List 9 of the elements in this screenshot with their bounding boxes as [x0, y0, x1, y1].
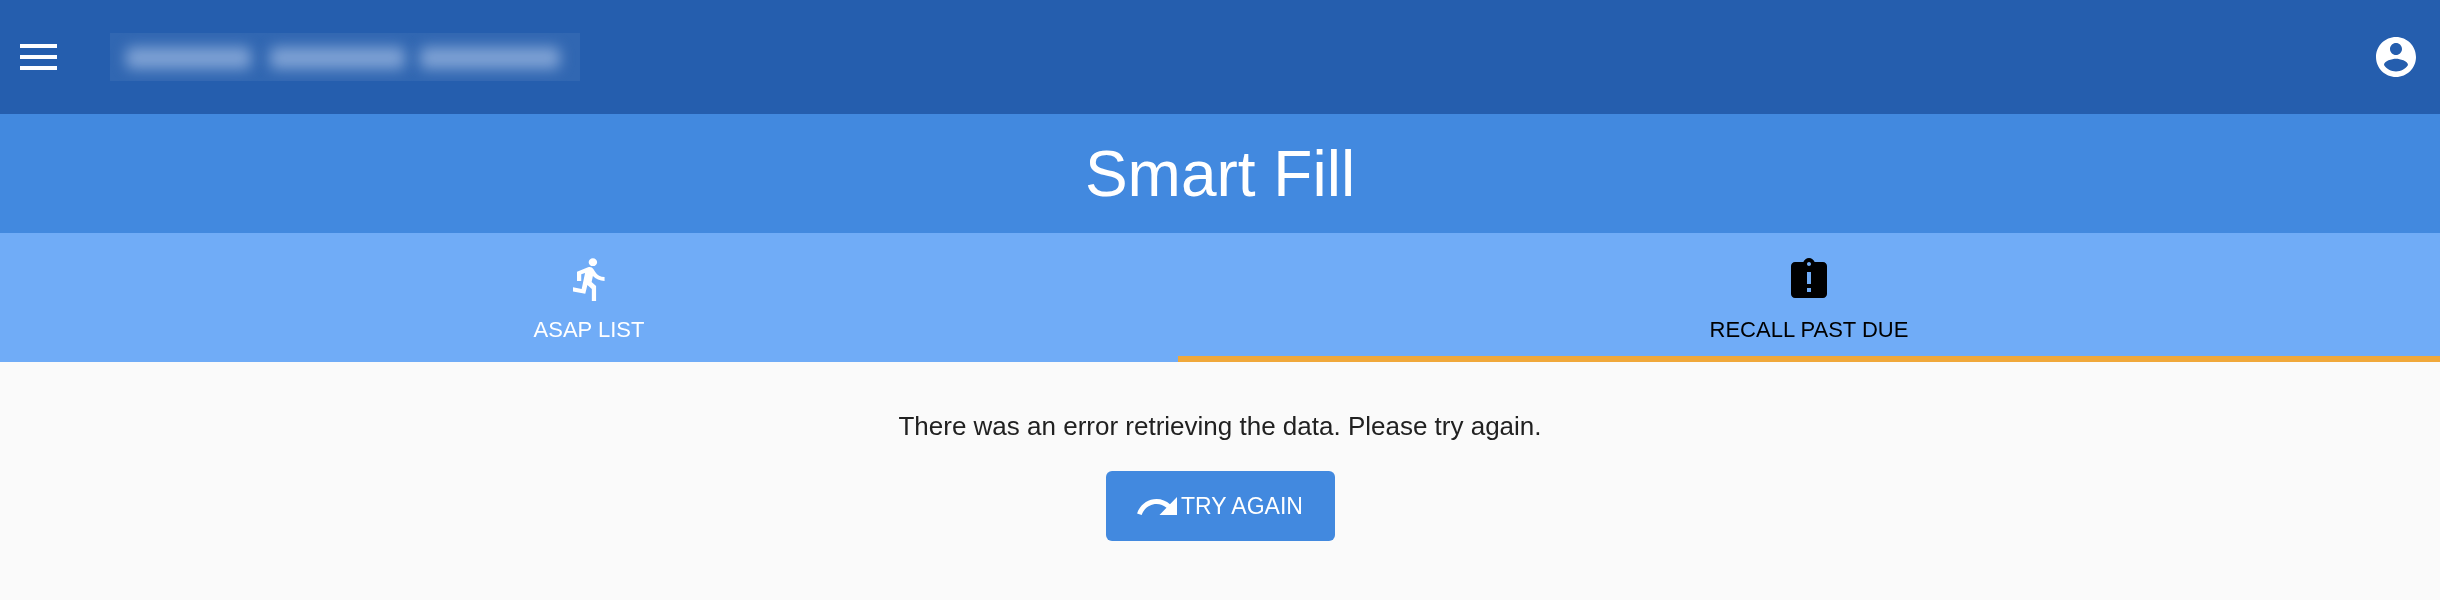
menu-icon[interactable]	[20, 44, 57, 70]
running-person-icon	[573, 258, 605, 302]
redo-icon	[1137, 497, 1178, 515]
error-message: There was an error retrieving the data. Please try again.	[898, 410, 1542, 442]
tab[interactable]: ASAP LIST	[0, 233, 1178, 362]
account-icon[interactable]	[2376, 37, 2416, 77]
clipboard-alert-icon	[1791, 258, 1827, 298]
try-again-button[interactable]: TRY AGAIN	[1105, 471, 1335, 541]
page-title: Smart Fill	[1084, 136, 1356, 211]
